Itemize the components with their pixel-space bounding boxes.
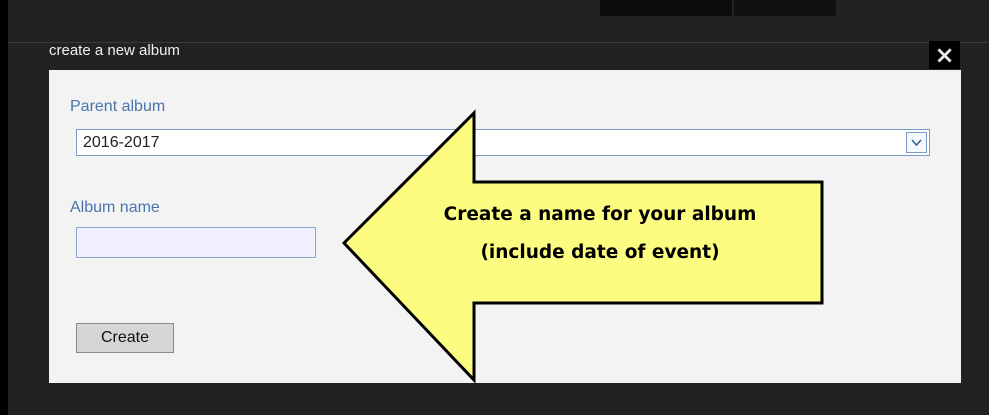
parent-album-select[interactable]: 2016-2017 xyxy=(76,129,930,156)
parent-album-label: Parent album xyxy=(70,98,166,115)
album-name-input[interactable] xyxy=(76,227,316,258)
close-icon[interactable]: × xyxy=(929,41,960,69)
callout-line: (include date of event) xyxy=(480,242,720,263)
topbar-tab xyxy=(600,0,732,16)
parent-album-value: 2016-2017 xyxy=(83,134,160,151)
dialog-title: create a new album xyxy=(49,42,180,59)
album-name-label: Album name xyxy=(70,199,160,216)
create-button[interactable]: Create xyxy=(76,323,174,353)
topbar-tab xyxy=(734,0,836,16)
callout-line: Create a name for your album xyxy=(443,204,757,225)
chevron-down-icon[interactable] xyxy=(906,132,927,153)
callout-text: Create a name for your album (include da… xyxy=(380,196,820,272)
